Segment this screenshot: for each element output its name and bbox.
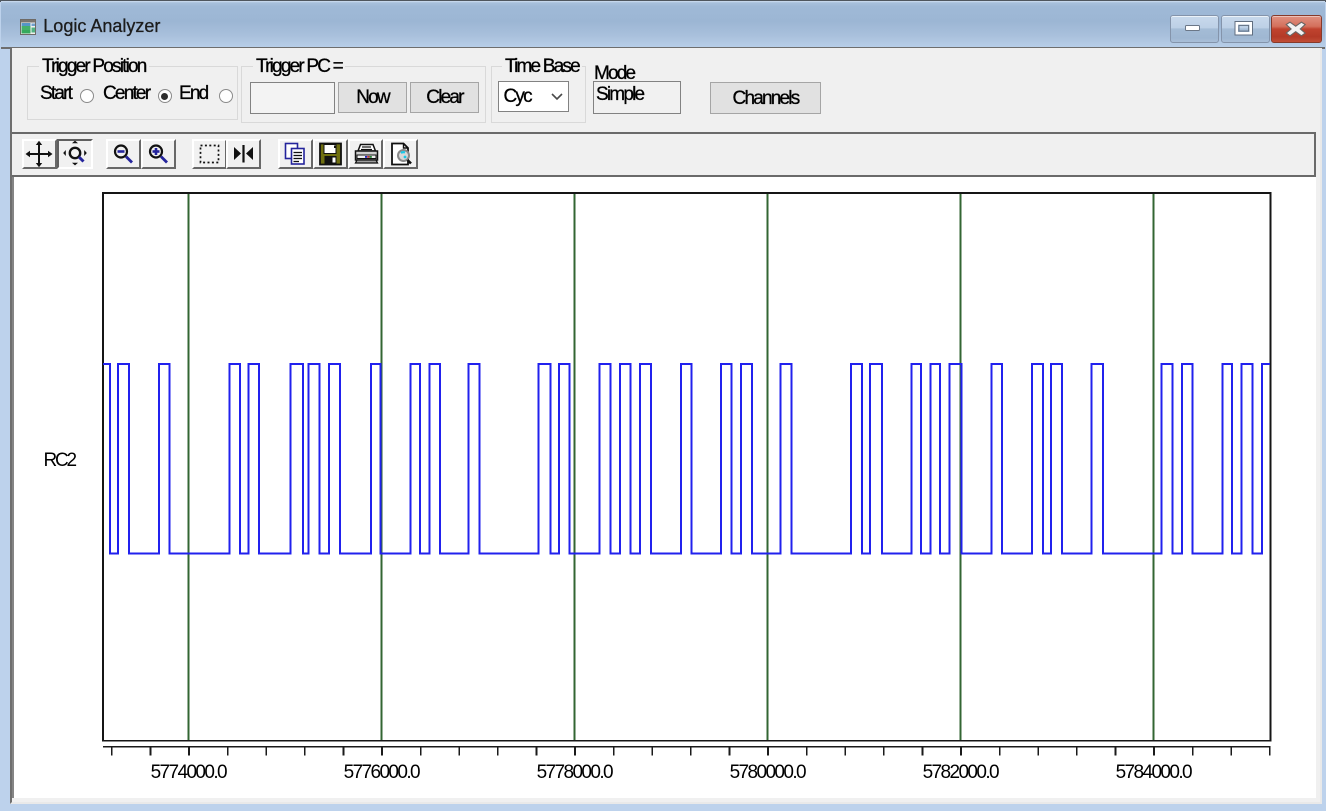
svg-text:RC2: RC2 [44, 450, 77, 471]
svg-text:5774000.0: 5774000.0 [151, 762, 227, 783]
svg-text:5776000.0: 5776000.0 [344, 762, 420, 783]
svg-text:5778000.0: 5778000.0 [537, 762, 613, 783]
svg-text:5780000.0: 5780000.0 [730, 762, 806, 783]
svg-text:5784000.0: 5784000.0 [1116, 762, 1192, 783]
svg-text:5782000.0: 5782000.0 [923, 762, 999, 783]
